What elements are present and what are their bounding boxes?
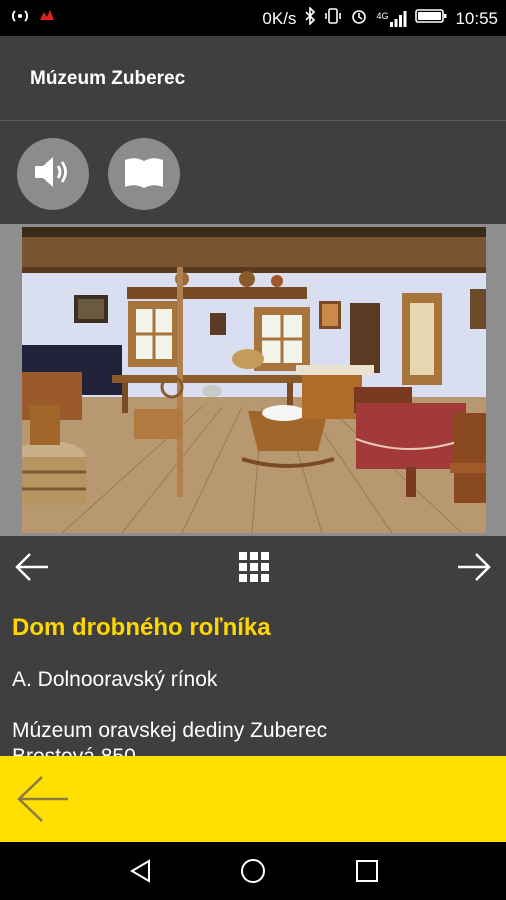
- clock: 10:55: [455, 8, 498, 28]
- system-navigation-bar: [0, 842, 506, 900]
- alarm-icon: [350, 7, 368, 30]
- battery-icon: [415, 8, 447, 29]
- audio-button[interactable]: [17, 138, 89, 210]
- footer-bar: [0, 756, 506, 842]
- arrow-left-icon: [15, 553, 48, 581]
- system-back-button[interactable]: [128, 858, 154, 889]
- exhibit-section: A. Dolnooravský rínok: [12, 668, 218, 691]
- exhibit-title: Dom drobného roľníka: [12, 614, 271, 641]
- exhibit-address: Múzeum oravskej dediny Zuberec Brestová …: [12, 718, 327, 756]
- status-bar: 0K/s 4G 10:55: [0, 0, 506, 36]
- system-home-button[interactable]: [239, 857, 267, 890]
- circle-home-icon: [241, 859, 265, 883]
- photo-navigation: [0, 536, 506, 600]
- speaker-icon: [32, 154, 74, 195]
- arrow-left-icon: [17, 776, 68, 822]
- interior-photo[interactable]: [22, 227, 486, 533]
- app-title: Múzeum Zuberec: [30, 68, 186, 89]
- book-icon: [123, 154, 165, 195]
- app-notification-icon: [38, 8, 56, 29]
- content-panel: Dom drobného roľníka A. Dolnooravský rín…: [0, 600, 506, 756]
- triangle-back-icon: [130, 859, 150, 883]
- app-bar: Múzeum Zuberec: [0, 36, 506, 121]
- bluetooth-icon: [304, 6, 316, 30]
- back-button[interactable]: [16, 774, 70, 829]
- address-line-2: Brestová 850: [12, 744, 327, 756]
- arrow-right-icon: [458, 553, 491, 581]
- gallery-grid-button[interactable]: [237, 550, 271, 589]
- vibrate-icon: [324, 7, 342, 30]
- grid-icon: [239, 552, 269, 582]
- info-button[interactable]: [108, 138, 180, 210]
- square-recents-icon: [356, 860, 378, 882]
- hotspot-icon: [10, 8, 30, 29]
- network-speed: 0K/s: [262, 8, 297, 28]
- system-recents-button[interactable]: [354, 858, 380, 889]
- next-button[interactable]: [456, 550, 492, 589]
- previous-button[interactable]: [14, 550, 50, 589]
- photo-frame: [0, 224, 506, 536]
- address-line-1: Múzeum oravskej dediny Zuberec: [12, 719, 328, 742]
- signal-icon: 4G: [376, 10, 407, 27]
